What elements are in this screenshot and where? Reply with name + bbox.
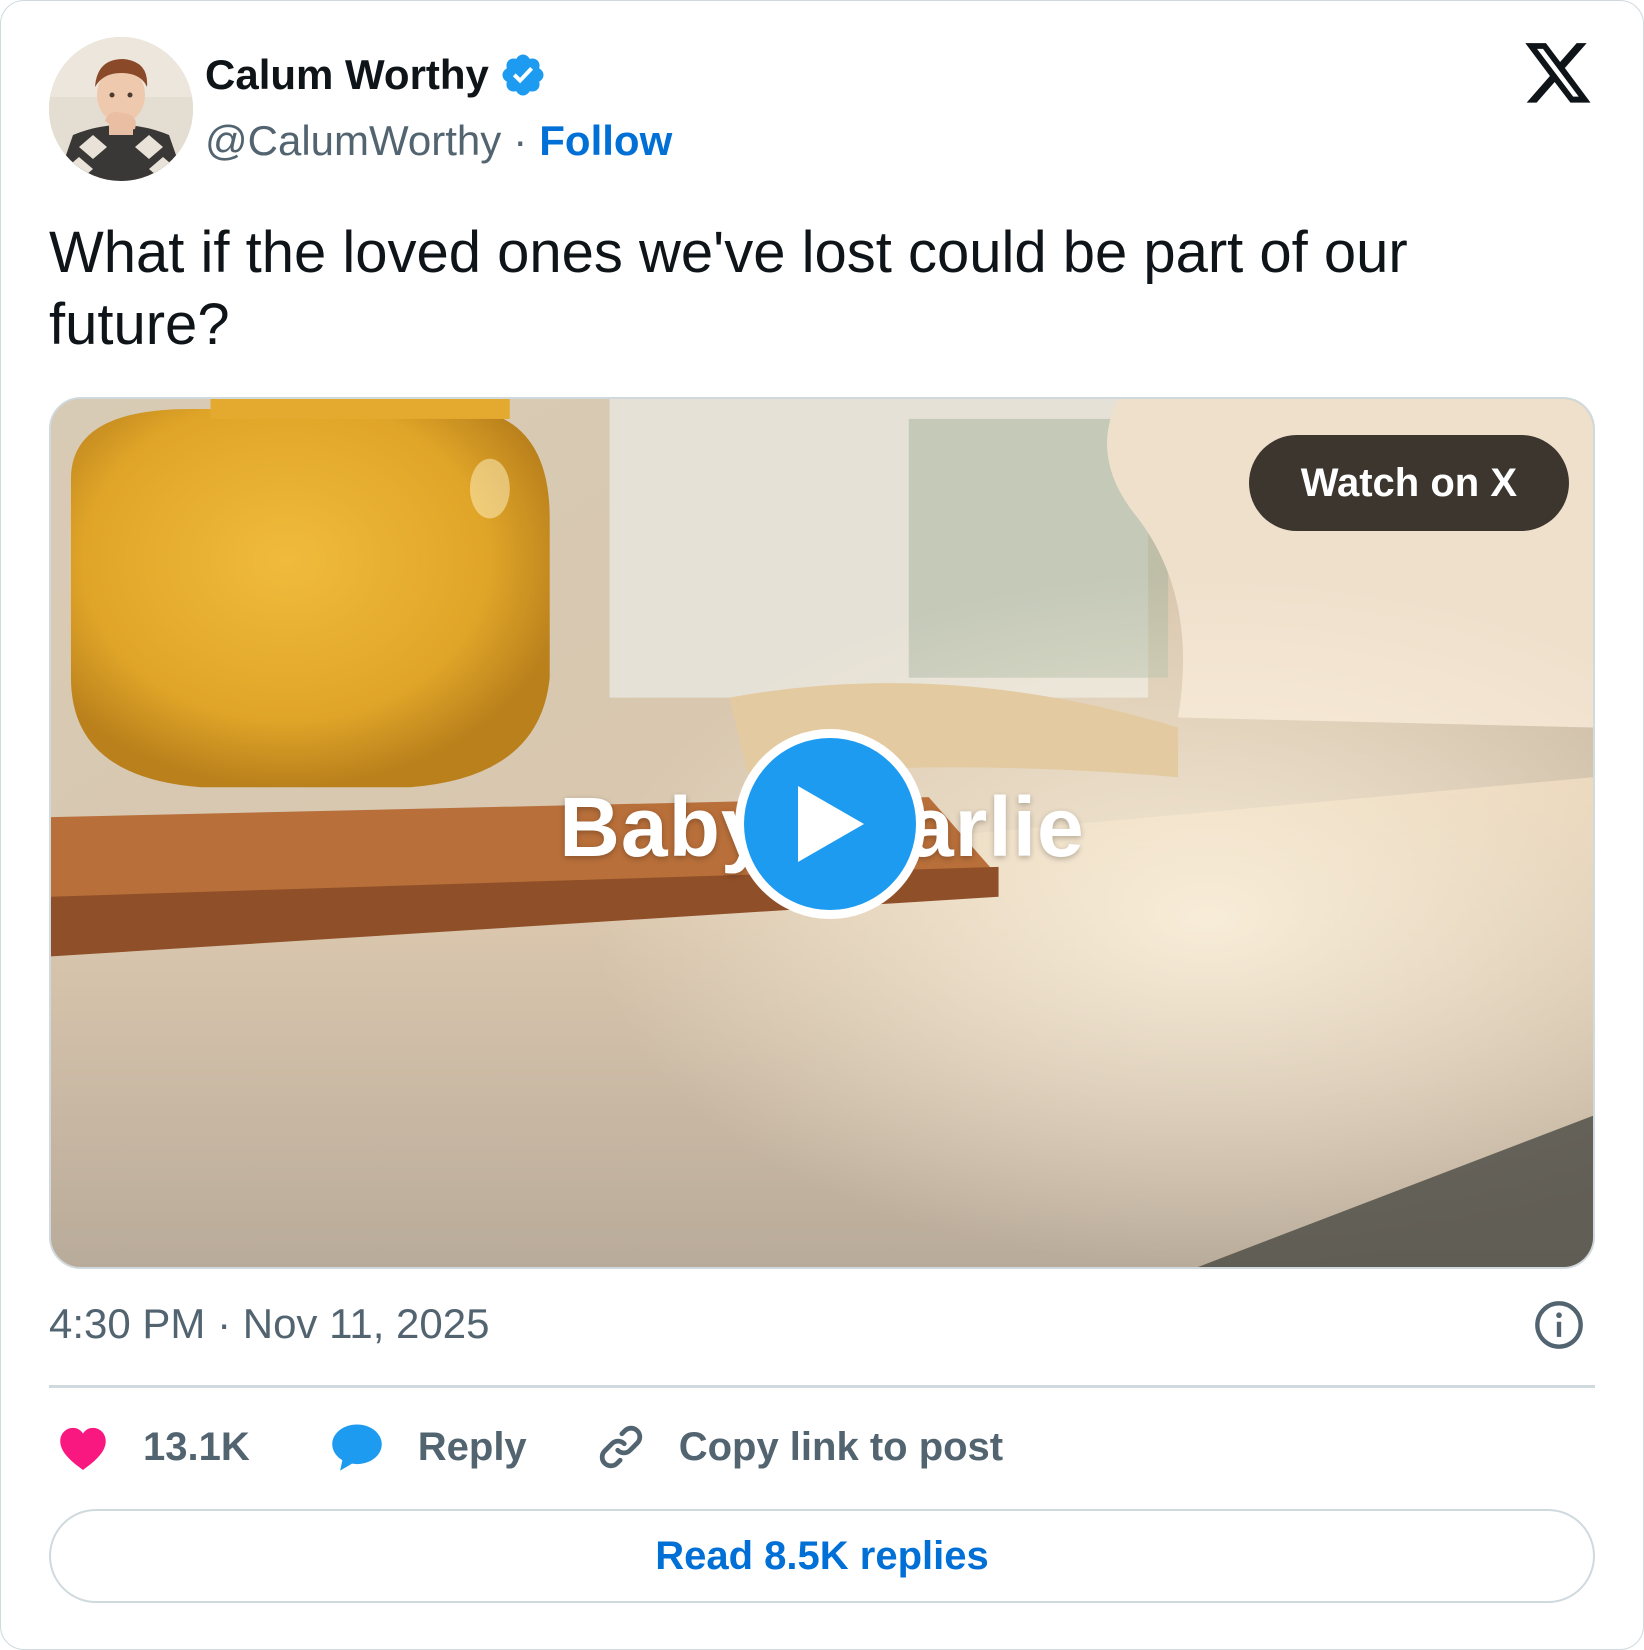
- post-actions: 13.1K Reply Copy link to post: [49, 1411, 1003, 1483]
- play-button[interactable]: [735, 729, 925, 919]
- verified-badge-icon: [499, 51, 547, 99]
- like-count: 13.1K: [143, 1424, 250, 1469]
- author-handle-row: @CalumWorthy · Follow: [205, 111, 672, 171]
- divider: [49, 1385, 1595, 1388]
- embedded-post-card: Calum Worthy @CalumWorthy · Follow What …: [0, 0, 1644, 1650]
- watch-on-x-button[interactable]: Watch on X: [1248, 435, 1569, 531]
- copy-link-button[interactable]: Copy link to post: [595, 1421, 1003, 1473]
- speech-bubble-icon: [332, 1424, 382, 1471]
- reply-button[interactable]: Reply: [330, 1421, 527, 1473]
- read-replies-button[interactable]: Read 8.5K replies: [49, 1509, 1595, 1603]
- avatar[interactable]: [49, 37, 193, 181]
- info-icon[interactable]: [1533, 1299, 1585, 1351]
- author-handle[interactable]: @CalumWorthy: [205, 111, 501, 171]
- copy-link-label: Copy link to post: [678, 1424, 1004, 1469]
- like-button[interactable]: 13.1K: [57, 1423, 250, 1471]
- video-player[interactable]: Watch on X Baby Charlie: [49, 397, 1595, 1269]
- play-icon: [798, 786, 864, 862]
- post-timestamp[interactable]: 4:30 PM · Nov 11, 2025: [49, 1297, 489, 1351]
- follow-button[interactable]: Follow: [539, 111, 672, 171]
- separator-dot: ·: [513, 117, 528, 164]
- x-logo-icon[interactable]: [1525, 43, 1593, 107]
- reply-label: Reply: [417, 1424, 527, 1469]
- link-icon: [599, 1425, 642, 1469]
- author-name-row: Calum Worthy: [205, 45, 547, 105]
- post-text: What if the loved ones we've lost could …: [49, 220, 1408, 357]
- author-name[interactable]: Calum Worthy: [205, 45, 489, 105]
- heart-icon: [60, 1427, 106, 1470]
